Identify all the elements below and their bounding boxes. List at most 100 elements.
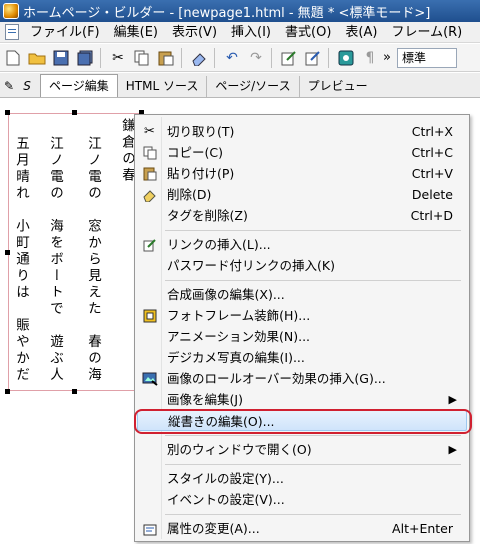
new-page-icon[interactable] (2, 47, 24, 69)
poem-column-1: 江ノ電の 窓から見えた 春の海 (85, 136, 101, 384)
menu-item-label: 貼り付け(P) (167, 166, 235, 181)
menu-item-label: スタイルの設定(Y)... (167, 471, 284, 486)
open-folder-icon[interactable] (26, 47, 48, 69)
menu-item-label: アニメーション効果(N)... (167, 329, 311, 344)
edit-link-icon[interactable] (278, 47, 300, 69)
tab-page-source[interactable]: ページ/ソース (207, 76, 300, 97)
edit-link-secure-icon[interactable] (302, 47, 324, 69)
menu-item-insert-rollover[interactable]: 画像のロールオーバー効果の挿入(G)... (137, 368, 467, 389)
menu-format[interactable]: 書式(O) (278, 22, 338, 42)
app-icon (3, 3, 19, 19)
eraser-icon[interactable] (188, 47, 210, 69)
toolbar: ✂ ↶ ↷ ¶ » 標準 (0, 44, 480, 72)
menu-item-cut[interactable]: ✂ 切り取り(T) Ctrl+X (137, 121, 467, 142)
toolbar-separator (328, 47, 329, 68)
submenu-arrow-icon: ▶ (448, 443, 457, 456)
menu-item-shortcut: Ctrl+X (411, 124, 453, 139)
document-icon[interactable] (5, 24, 19, 40)
menu-item-remove-tag[interactable]: タグを削除(Z) Ctrl+D (137, 205, 467, 226)
menu-item-style-settings[interactable]: スタイルの設定(Y)... (137, 468, 467, 489)
menu-item-label: パスワード付リンクの挿入(K) (167, 258, 335, 273)
menu-frame[interactable]: フレーム(R) (384, 22, 469, 42)
poem-column-3: 五月晴れ 小町通りは 賑やかだ (13, 136, 29, 384)
menu-item-paste[interactable]: 貼り付け(P) Ctrl+V (137, 163, 467, 184)
menu-separator (165, 230, 461, 231)
menu-view[interactable]: 表示(V) (165, 22, 224, 42)
menu-separator (165, 280, 461, 281)
menu-table[interactable]: 表(A) (338, 22, 384, 42)
menu-item-label: 切り取り(T) (167, 124, 235, 139)
pencil-icon[interactable]: ✎ (0, 75, 18, 97)
menu-item-change-attributes[interactable]: 属性の変更(A)... Alt+Enter (137, 518, 467, 539)
menu-file[interactable]: ファイル(F) (23, 22, 107, 42)
poem-column-2: 江ノ電の 海をボートで 遊ぶ人 (47, 136, 63, 384)
tab-page-edit[interactable]: ページ編集 (40, 74, 118, 97)
scissors-icon: ✂ (144, 124, 155, 139)
menu-edit[interactable]: 編集(E) (107, 22, 165, 42)
poem-title: 鎌倉の春 (119, 118, 135, 184)
undo-icon[interactable]: ↶ (221, 47, 243, 69)
menu-item-animation-effect[interactable]: アニメーション効果(N)... (137, 326, 467, 347)
menu-separator (165, 514, 461, 515)
toolbar-separator (214, 47, 215, 68)
link-edit-icon (141, 236, 158, 253)
style-select[interactable]: 標準 (396, 47, 457, 68)
title-bar: ホームページ・ビルダー - [newpage1.html - 無題 * <標準モ… (0, 0, 480, 22)
menu-item-shortcut: Ctrl+V (411, 166, 453, 181)
menu-item-delete[interactable]: 削除(D) Delete (137, 184, 467, 205)
menu-item-label: コピー(C) (167, 145, 223, 160)
menu-item-photo-frame[interactable]: フォトフレーム装飾(H)... (137, 305, 467, 326)
context-menu: ✂ 切り取り(T) Ctrl+X コピー(C) Ctrl+C 貼り付け(P) C… (134, 114, 470, 542)
menu-item-label: イベントの設定(V)... (167, 492, 285, 507)
resize-handle[interactable] (5, 389, 10, 394)
tab-html-source[interactable]: HTML ソース (118, 76, 208, 97)
menu-item-edit-composite-image[interactable]: 合成画像の編集(X)... (137, 284, 467, 305)
toolbar-overflow-icon[interactable]: » (383, 50, 391, 65)
menu-item-label: フォトフレーム装飾(H)... (167, 308, 311, 323)
menu-item-insert-link[interactable]: リンクの挿入(L)... (137, 234, 467, 255)
highlight-ring (134, 409, 472, 434)
properties-icon (141, 520, 158, 537)
menu-item-label: タグを削除(Z) (167, 208, 248, 223)
save-all-icon[interactable] (74, 47, 96, 69)
menu-item-shortcut: Delete (411, 187, 453, 202)
cut-icon[interactable]: ✂ (107, 47, 129, 69)
resize-handle[interactable] (5, 110, 10, 115)
resize-handle[interactable] (5, 250, 10, 255)
menu-item-insert-password-link[interactable]: パスワード付リンクの挿入(K) (137, 255, 467, 276)
menu-insert[interactable]: 挿入(I) (224, 22, 278, 42)
menu-item-event-settings[interactable]: イベントの設定(V)... (137, 489, 467, 510)
photo-frame-icon (141, 307, 158, 324)
menu-item-label: 属性の変更(A)... (167, 521, 260, 536)
menu-separator (165, 435, 461, 436)
paragraph-icon[interactable]: ¶ (359, 47, 381, 69)
menu-item-label: 画像のロールオーバー効果の挿入(G)... (167, 371, 386, 386)
tab-preview[interactable]: プレビュー (300, 76, 376, 97)
resize-handle[interactable] (72, 389, 77, 394)
copy-icon (141, 144, 158, 161)
copy-icon[interactable] (131, 47, 153, 69)
menu-item-label: 削除(D) (167, 187, 212, 202)
menu-item-shortcut: Ctrl+D (410, 208, 453, 223)
redo-icon[interactable]: ↷ (245, 47, 267, 69)
paste-icon (141, 165, 158, 182)
menu-bar: ファイル(F) 編集(E) 表示(V) 挿入(I) 書式(O) 表(A) フレー… (0, 22, 480, 43)
eraser-icon (141, 186, 158, 203)
resize-handle[interactable] (72, 110, 77, 115)
rollover-image-icon (141, 370, 158, 387)
menu-item-open-in-new-window[interactable]: 別のウィンドウで開く(O) ▶ (137, 439, 467, 460)
menu-item-edit-image[interactable]: 画像を編集(J) ▶ (137, 389, 467, 410)
publish-icon[interactable] (335, 47, 357, 69)
toolbar-separator (271, 47, 272, 68)
style-s-icon[interactable]: S (18, 75, 36, 97)
toolbar-separator (100, 47, 101, 68)
menu-item-edit-digicam-photo[interactable]: デジカメ写真の編集(I)... (137, 347, 467, 368)
menu-item-shortcut: Alt+Enter (392, 521, 453, 536)
menu-separator (165, 464, 461, 465)
submenu-arrow-icon: ▶ (448, 393, 457, 406)
paste-icon[interactable] (155, 47, 177, 69)
save-icon[interactable] (50, 47, 72, 69)
vertical-text-box[interactable]: 鎌倉の春 江ノ電の 窓から見えた 春の海 江ノ電の 海をボートで 遊ぶ人 五月晴… (8, 113, 142, 391)
menu-item-copy[interactable]: コピー(C) Ctrl+C (137, 142, 467, 163)
view-tabs: ✎ S ページ編集 HTML ソース ページ/ソース プレビュー (0, 73, 480, 98)
